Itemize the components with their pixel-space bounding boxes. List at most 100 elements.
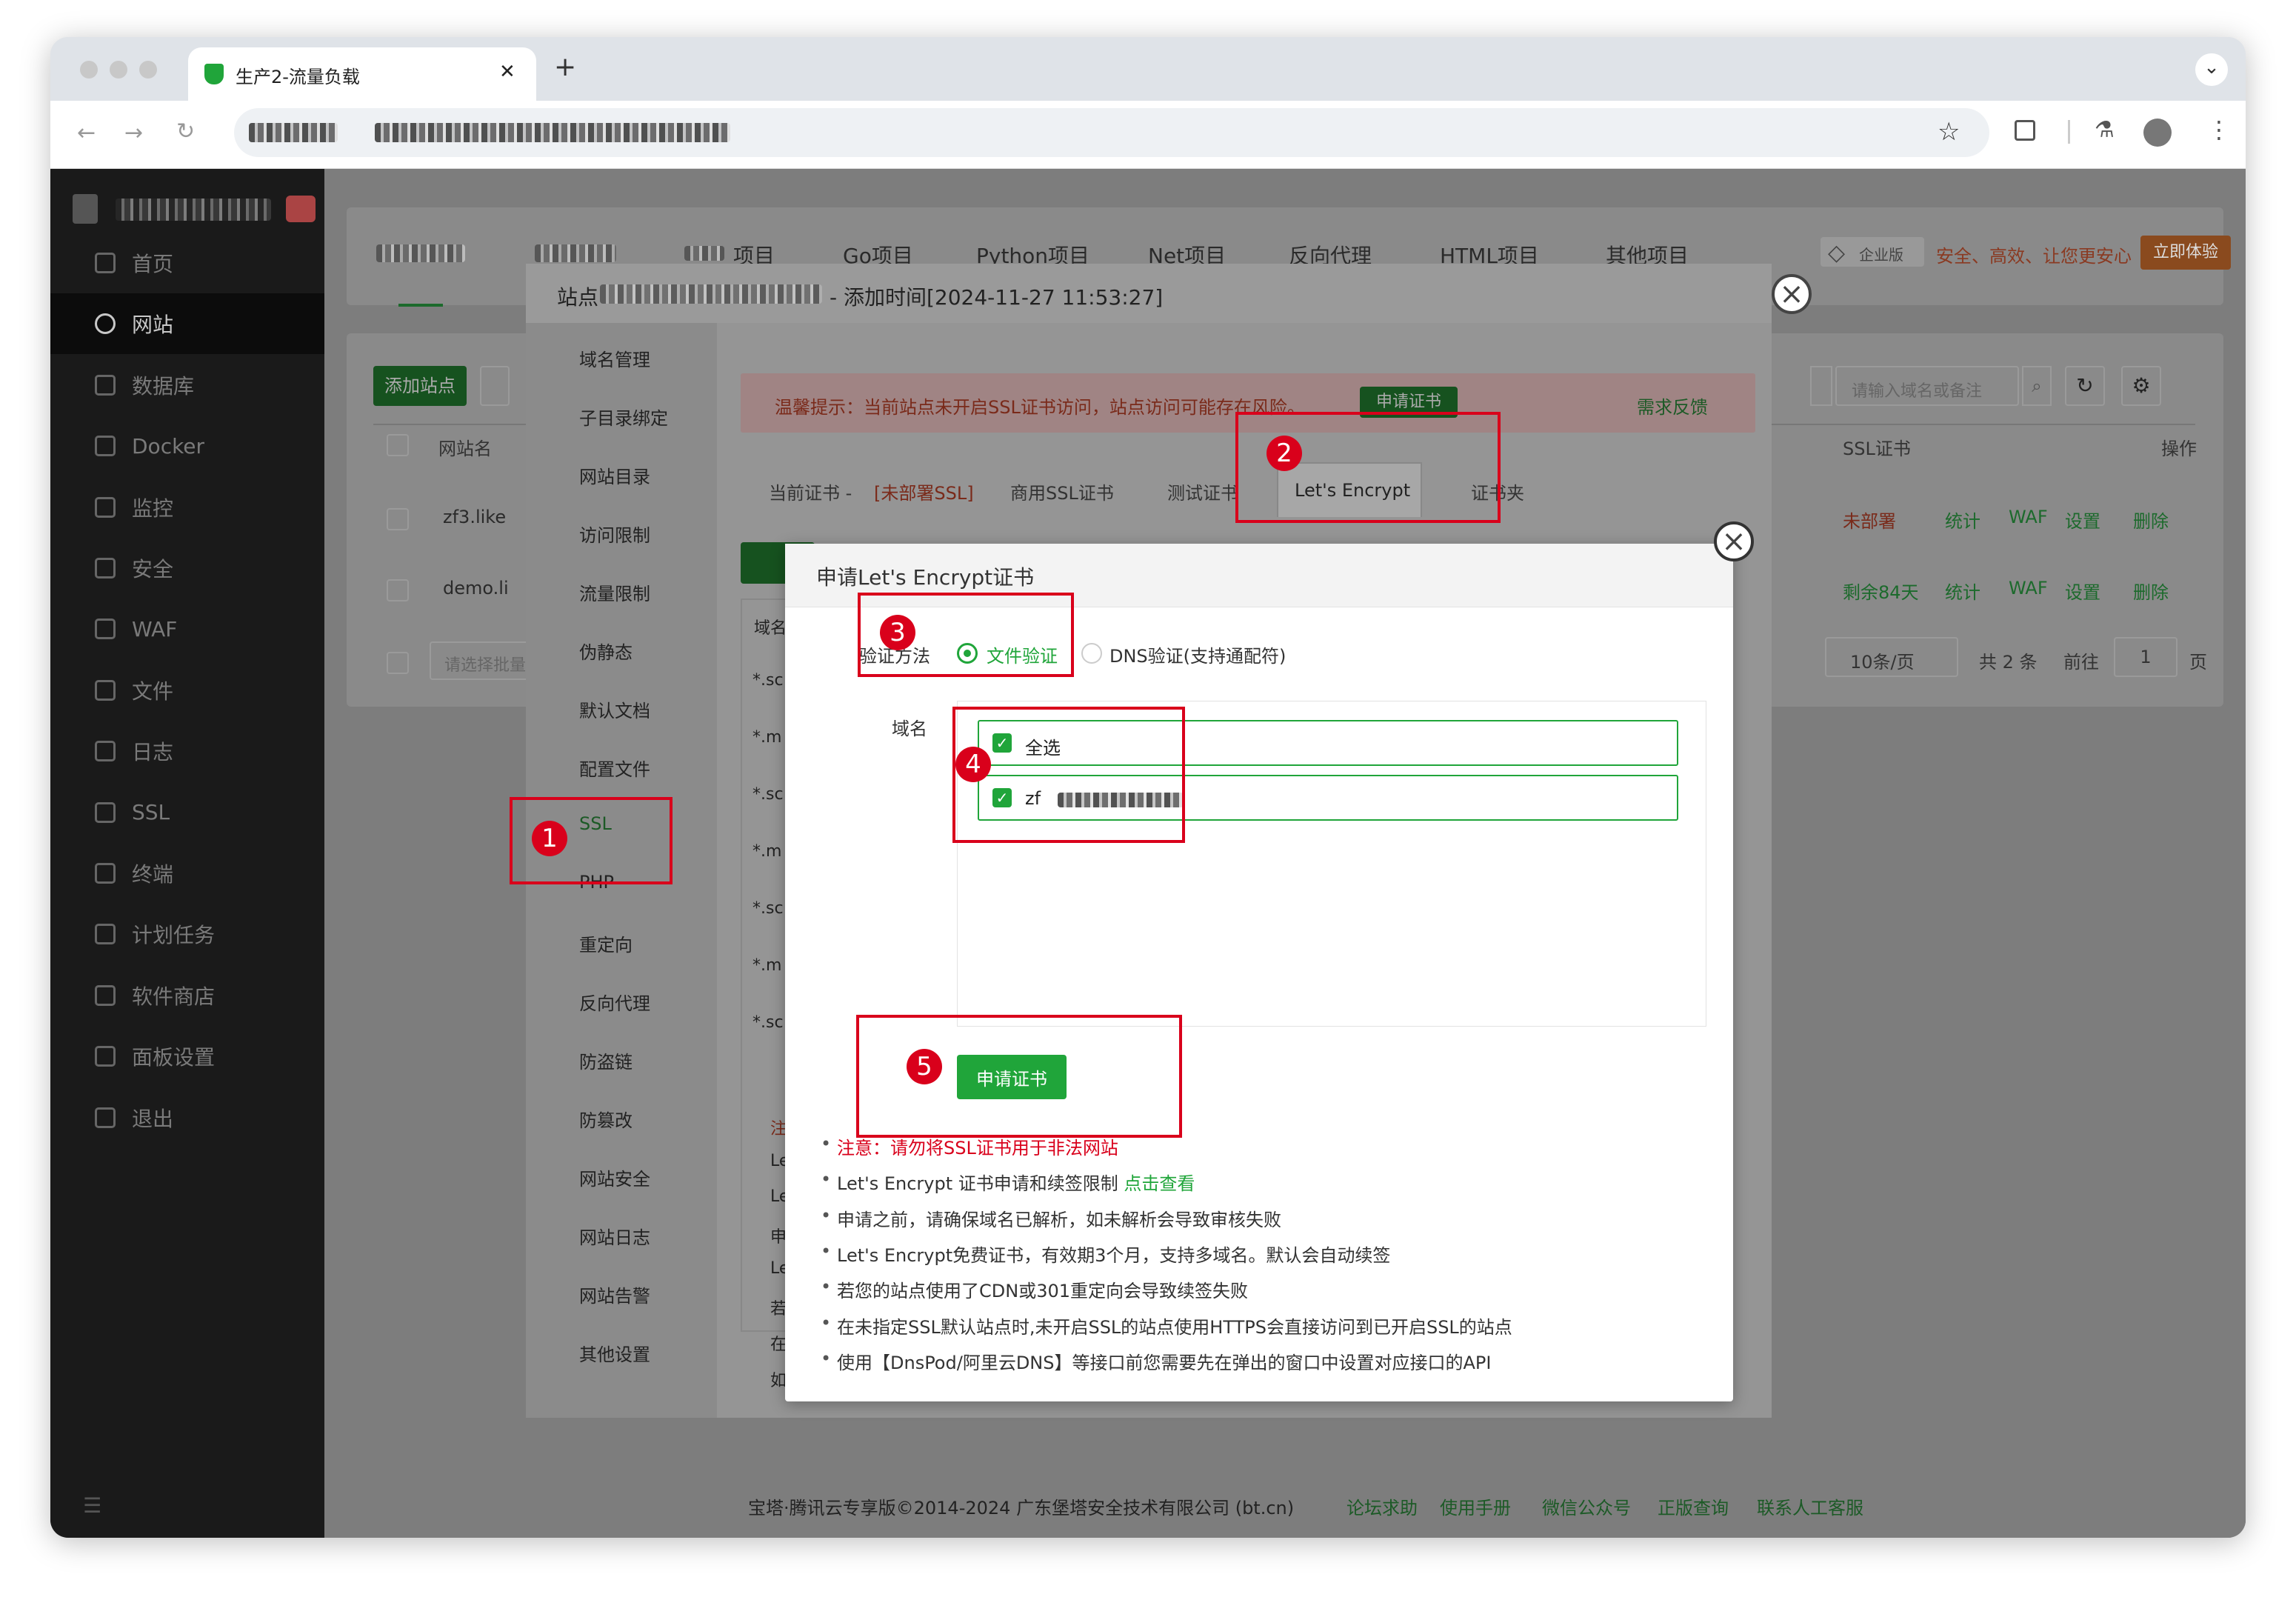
try-now-button[interactable]: 立即体验	[2140, 236, 2231, 270]
reload-icon[interactable]: ↻	[176, 119, 195, 144]
settings-link[interactable]: 设置	[2065, 578, 2100, 604]
sidebar-item-waf[interactable]: WAF	[50, 599, 324, 659]
extensions-icon[interactable]	[2015, 120, 2035, 141]
dns-verify-radio[interactable]	[1081, 643, 1102, 664]
toolbar-button-2[interactable]	[480, 366, 510, 406]
sidebar-item-store[interactable]: 软件商店	[50, 965, 324, 1026]
annotation-badge-2: 2	[1267, 436, 1302, 471]
sidebar-item-logout[interactable]: 退出	[50, 1087, 324, 1148]
stats-link[interactable]: 统计	[1945, 507, 1980, 533]
sidebar-item-database[interactable]: 数据库	[50, 355, 324, 416]
waf-link[interactable]: WAF	[2009, 507, 2048, 527]
site-menu-item[interactable]: 网站目录	[579, 462, 650, 488]
panel-logo-icon	[73, 194, 98, 224]
col-site-name[interactable]: 网站名	[438, 434, 492, 460]
settings-link[interactable]: 设置	[2065, 507, 2100, 533]
cert-row-domain: *.sc	[752, 671, 784, 690]
row-checkbox[interactable]	[387, 579, 409, 601]
sidebar-item-folder[interactable]: 文件	[50, 660, 324, 721]
site-menu-item[interactable]: 伪静态	[579, 638, 633, 664]
waf-link[interactable]: WAF	[2009, 578, 2048, 599]
url-field[interactable]	[234, 108, 1989, 157]
sidebar-item-globe[interactable]: 网站	[50, 293, 324, 355]
page-size-select[interactable]: 10条/页	[1825, 637, 1958, 677]
sidebar-item-label: 监控	[132, 496, 174, 521]
domain-label: 域名	[892, 719, 927, 739]
site-menu-item[interactable]: 访问限制	[579, 521, 650, 547]
footer-link-manual[interactable]: 使用手册	[1440, 1493, 1511, 1519]
site-menu-item[interactable]: 网站告警	[579, 1281, 650, 1307]
sidebar-item-log[interactable]: 日志	[50, 721, 324, 781]
sidebar-item-ssl[interactable]: SSL	[50, 782, 324, 843]
delete-link[interactable]: 删除	[2133, 578, 2169, 604]
site-menu-item[interactable]: 防盗链	[579, 1047, 633, 1073]
tab-current-cert[interactable]: 当前证书 -	[769, 479, 852, 504]
sidebar-item-task[interactable]: 计划任务	[50, 904, 324, 964]
new-tab-icon[interactable]: +	[554, 52, 576, 82]
window-zoom-light[interactable]	[139, 61, 157, 79]
sidebar-item-settings[interactable]: 面板设置	[50, 1026, 324, 1087]
delete-link[interactable]: 删除	[2133, 507, 2169, 533]
feedback-link[interactable]: 需求反馈	[1637, 393, 1708, 419]
window-minimize-light[interactable]	[110, 61, 127, 79]
dialog-note-text: 注意：请勿将SSL证书用于非法网站	[837, 1138, 1118, 1158]
sidebar-item-home[interactable]: 首页	[50, 233, 324, 293]
bookmark-star-icon[interactable]: ☆	[1938, 117, 1960, 147]
dns-verify-label[interactable]: DNS验证(支持通配符)	[1109, 641, 1286, 667]
site-menu-item[interactable]: 其他设置	[579, 1340, 650, 1366]
row-checkbox[interactable]	[387, 508, 409, 530]
labs-icon[interactable]: ⚗	[2095, 117, 2115, 143]
site-menu-item[interactable]: 默认文档	[579, 696, 650, 722]
site-menu-item[interactable]: 流量限制	[579, 579, 650, 605]
select-all-checkbox[interactable]	[387, 434, 409, 456]
footer-link-verify[interactable]: 正版查询	[1658, 1493, 1729, 1519]
window-close-light[interactable]	[80, 61, 98, 79]
site-menu-item[interactable]: 网站安全	[579, 1164, 650, 1190]
dialog-note-text: 使用【DnsPod/阿里云DNS】等接口前您需要先在弹出的窗口中设置对应接口的A…	[837, 1352, 1492, 1373]
site-menu-item[interactable]: 重定向	[579, 930, 633, 956]
site-menu-item[interactable]: 配置文件	[579, 755, 650, 781]
stats-link[interactable]: 统计	[1945, 578, 1980, 604]
sidebar-item-monitor[interactable]: 监控	[50, 477, 324, 538]
site-menu-item[interactable]: 防篡改	[579, 1106, 633, 1132]
footer-link-wechat[interactable]: 微信公众号	[1542, 1493, 1631, 1519]
back-icon[interactable]: ←	[77, 120, 96, 146]
refresh-icon[interactable]: ↻	[2065, 366, 2105, 406]
toolbar-divider	[2068, 120, 2070, 144]
tab-test-cert[interactable]: 测试证书	[1167, 479, 1238, 504]
site-menu-item[interactable]: 反向代理	[579, 989, 650, 1015]
site-menu-item[interactable]: 域名管理	[579, 345, 650, 371]
tab-close-icon[interactable]: ✕	[499, 61, 515, 83]
notification-badge[interactable]	[286, 196, 316, 222]
sidebar-item-label: 文件	[132, 679, 174, 704]
site-modal-close-icon[interactable]: ×	[1772, 274, 1812, 314]
view-limits-link[interactable]: 点击查看	[1124, 1173, 1195, 1194]
site-name-link[interactable]: demo.li	[443, 578, 509, 599]
site-name-link[interactable]: zf3.like	[443, 507, 506, 527]
site-menu-item[interactable]: 网站日志	[579, 1223, 650, 1249]
settings-gear-icon[interactable]: ⚙	[2121, 366, 2161, 406]
forward-icon[interactable]: →	[124, 120, 143, 146]
footer-link-support[interactable]: 联系人工客服	[1757, 1493, 1863, 1519]
shield-icon	[95, 558, 116, 579]
search-icon[interactable]: ⌕	[2022, 366, 2052, 406]
site-menu-item[interactable]: 子目录绑定	[579, 404, 668, 430]
profile-avatar-icon[interactable]	[2143, 119, 2172, 147]
tab-search-icon[interactable]: ⌄	[2195, 53, 2228, 86]
footer-link-forum[interactable]: 论坛求助	[1346, 1493, 1418, 1519]
browser-menu-icon[interactable]: ⋮	[2207, 116, 2231, 144]
type-select[interactable]	[1810, 366, 1832, 406]
browser-tab[interactable]: 生产2-流量负载 ✕	[188, 47, 536, 101]
sidebar-item-shield[interactable]: 安全	[50, 538, 324, 599]
col-ssl[interactable]: SSL证书	[1843, 434, 1911, 460]
collapse-sidebar-icon[interactable]: ☰	[83, 1493, 101, 1518]
site-search-input[interactable]: 请输入域名或备注	[1835, 366, 2019, 406]
add-site-button[interactable]: 添加站点	[373, 366, 467, 406]
dialog-close-icon[interactable]: ×	[1714, 521, 1754, 561]
tab-commercial-ssl[interactable]: 商用SSL证书	[1010, 479, 1114, 504]
dialog-note: Let's Encrypt免费证书，有效期3个月，支持多域名。默认会自动续签	[821, 1241, 1390, 1267]
batch-checkbox[interactable]	[387, 652, 409, 674]
page-input[interactable]: 1	[2114, 637, 2177, 677]
sidebar-item-terminal[interactable]: 终端	[50, 843, 324, 904]
sidebar-item-docker[interactable]: Docker	[50, 416, 324, 476]
